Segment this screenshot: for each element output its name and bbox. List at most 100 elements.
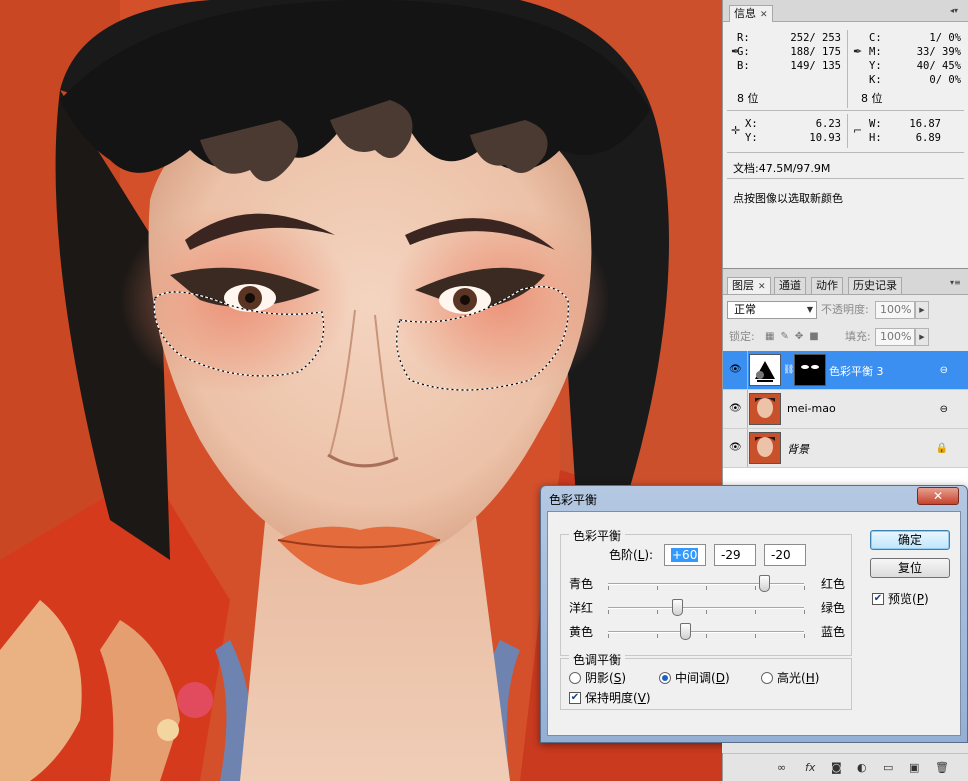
shadows-radio[interactable] bbox=[569, 672, 581, 684]
lock-transparent-icon[interactable]: ▦ bbox=[765, 331, 780, 342]
preserve-label-suffix: ) bbox=[645, 691, 651, 705]
midtones-accelerator-key: D bbox=[715, 671, 725, 685]
layer-mask-thumbnail[interactable] bbox=[794, 354, 826, 386]
info-divider bbox=[727, 178, 964, 179]
fill-input[interactable]: 100% bbox=[875, 328, 915, 346]
reset-button[interactable]: 复位 bbox=[870, 558, 950, 578]
slider-track[interactable] bbox=[608, 631, 804, 633]
highlights-label[interactable]: 高光(H) bbox=[777, 671, 819, 685]
layer-thumbnail bbox=[749, 393, 781, 425]
group-folder-icon[interactable]: ▭ bbox=[883, 761, 893, 774]
link-icon: ⊖ bbox=[939, 365, 948, 376]
add-mask-icon[interactable]: ◙ bbox=[831, 761, 842, 774]
close-icon[interactable]: ✕ bbox=[758, 282, 766, 292]
preview-checkbox[interactable]: ✔ bbox=[872, 593, 884, 605]
preserve-luminosity-checkbox[interactable]: ✔ bbox=[569, 692, 581, 704]
level-cyan-red-input[interactable]: +60 bbox=[664, 544, 706, 566]
level-magenta-green-input[interactable]: -29 bbox=[714, 544, 756, 566]
layer-name[interactable]: 背景 bbox=[787, 441, 809, 457]
rgb-g-value: 188/ 175 bbox=[790, 46, 841, 58]
adjustment-layer-icon bbox=[749, 354, 781, 386]
layer-name[interactable]: mei-mao bbox=[787, 402, 836, 415]
lock-label: 锁定: bbox=[729, 330, 755, 343]
level-yellow-blue-input[interactable]: -20 bbox=[764, 544, 806, 566]
panel-menu-icon[interactable]: ▾≡ bbox=[950, 278, 964, 290]
shadows-label[interactable]: 阴影(S) bbox=[585, 671, 626, 685]
layer-divider bbox=[747, 351, 748, 389]
info-divider bbox=[847, 30, 848, 108]
cmyk-y-value: 40/ 45% bbox=[916, 60, 961, 72]
slider-tick bbox=[755, 610, 756, 614]
slider-tick bbox=[657, 634, 658, 638]
dialog-close-button[interactable]: ✕ bbox=[917, 487, 959, 505]
layer-row-background[interactable]: 👁 背景 🔒 bbox=[723, 429, 968, 468]
slider-thumb[interactable] bbox=[671, 599, 683, 616]
slider-tick bbox=[804, 586, 805, 590]
rgb-r-value: 252/ 253 bbox=[790, 32, 841, 44]
layer-row-color-balance[interactable]: 👁 ⛓ 色彩平衡 3 ⊖ bbox=[723, 351, 968, 390]
lock-move-icon[interactable]: ✥ bbox=[795, 331, 809, 342]
info-tabbar: 信息 ✕ ◂▾ bbox=[723, 0, 968, 22]
midtones-radio[interactable] bbox=[659, 672, 671, 684]
w-label: W: bbox=[869, 118, 882, 130]
panel-bottom-strip bbox=[722, 743, 968, 753]
ok-button[interactable]: 确定 bbox=[870, 530, 950, 550]
tab-layers[interactable]: 图层 ✕ bbox=[727, 277, 771, 294]
layer-name[interactable]: 色彩平衡 3 bbox=[829, 363, 884, 379]
eyedropper-icon[interactable]: ✒ bbox=[853, 45, 862, 58]
tab-actions[interactable]: 动作 bbox=[811, 277, 843, 294]
lock-all-icon[interactable]: ■ bbox=[809, 331, 824, 342]
lock-options[interactable]: ▦✎✥■ bbox=[765, 328, 825, 346]
midtones-label[interactable]: 中间调(D) bbox=[675, 671, 730, 685]
info-hint: 点按图像以选取新颜色 bbox=[733, 192, 843, 205]
preserve-accelerator-key: V bbox=[637, 691, 646, 705]
opacity-arrow-icon[interactable]: ▶ bbox=[915, 301, 929, 319]
layer-divider bbox=[747, 429, 748, 467]
cmyk-m-value: 33/ 39% bbox=[916, 46, 961, 58]
layer-divider bbox=[747, 390, 748, 428]
opacity-input[interactable]: 100% bbox=[875, 301, 915, 319]
cmyk-k-value: 0/ 0% bbox=[929, 74, 961, 86]
trash-icon[interactable]: 🗑 bbox=[935, 761, 949, 774]
layers-tabbar: 图层 ✕ 通道 动作 历史记录 ▾≡ bbox=[723, 269, 968, 295]
info-divider bbox=[727, 152, 964, 153]
slider-left-label: 洋红 bbox=[569, 601, 594, 615]
close-icon[interactable]: ✕ bbox=[760, 10, 768, 20]
slider-thumb[interactable] bbox=[758, 575, 770, 592]
preserve-luminosity-label[interactable]: 保持明度(V) bbox=[585, 691, 651, 705]
visibility-eye-icon[interactable]: 👁 bbox=[729, 442, 742, 454]
blend-mode-select[interactable]: 正常 ▼ bbox=[727, 301, 817, 319]
visibility-eye-icon[interactable]: 👁 bbox=[729, 364, 742, 376]
lock-brush-icon[interactable]: ✎ bbox=[780, 331, 794, 342]
highlights-radio[interactable] bbox=[761, 672, 773, 684]
fill-label: 填充: bbox=[845, 330, 871, 343]
info-divider bbox=[727, 110, 964, 111]
new-layer-icon[interactable]: ▣ bbox=[909, 761, 919, 774]
tab-channels[interactable]: 通道 bbox=[774, 277, 806, 294]
cmyk-y-label: Y: bbox=[869, 60, 882, 72]
slider-track[interactable] bbox=[608, 607, 804, 609]
link-layers-icon[interactable]: ∞ bbox=[777, 761, 786, 774]
fx-icon[interactable]: fx bbox=[805, 761, 815, 774]
fill-arrow-icon[interactable]: ▶ bbox=[915, 328, 929, 346]
midtones-label-text: 中间调( bbox=[675, 671, 716, 685]
info-panel: 信息 ✕ ◂▾ R: 252/ 253 ✒ G: 188/ 175 B: 149/… bbox=[722, 0, 968, 268]
cmyk-m-label: M: bbox=[869, 46, 882, 58]
x-label: X: bbox=[745, 118, 758, 130]
preview-label[interactable]: 预览(P) bbox=[888, 592, 929, 606]
slider-tick bbox=[755, 634, 756, 638]
tone-balance-group: 色调平衡 阴影(S) 中间调(D) 高光(H) ✔ 保持明度(V) bbox=[560, 651, 852, 710]
x-value: 6.23 bbox=[815, 118, 841, 130]
cmyk-k-label: K: bbox=[869, 74, 882, 86]
layer-row-mei-mao[interactable]: 👁 mei-mao ⊖ bbox=[723, 390, 968, 429]
slider-tick bbox=[608, 610, 609, 614]
tab-info[interactable]: 信息 ✕ bbox=[729, 5, 773, 22]
slider-track[interactable] bbox=[608, 583, 804, 585]
slider-thumb[interactable] bbox=[680, 623, 692, 640]
visibility-eye-icon[interactable]: 👁 bbox=[729, 403, 742, 415]
w-value: 16.87 bbox=[909, 118, 941, 130]
adjustment-icon[interactable]: ◐ bbox=[857, 761, 867, 774]
link-icon[interactable]: ⛓ bbox=[783, 365, 794, 375]
tab-history[interactable]: 历史记录 bbox=[848, 277, 902, 294]
panel-menu-icon[interactable]: ◂▾ bbox=[950, 6, 964, 18]
